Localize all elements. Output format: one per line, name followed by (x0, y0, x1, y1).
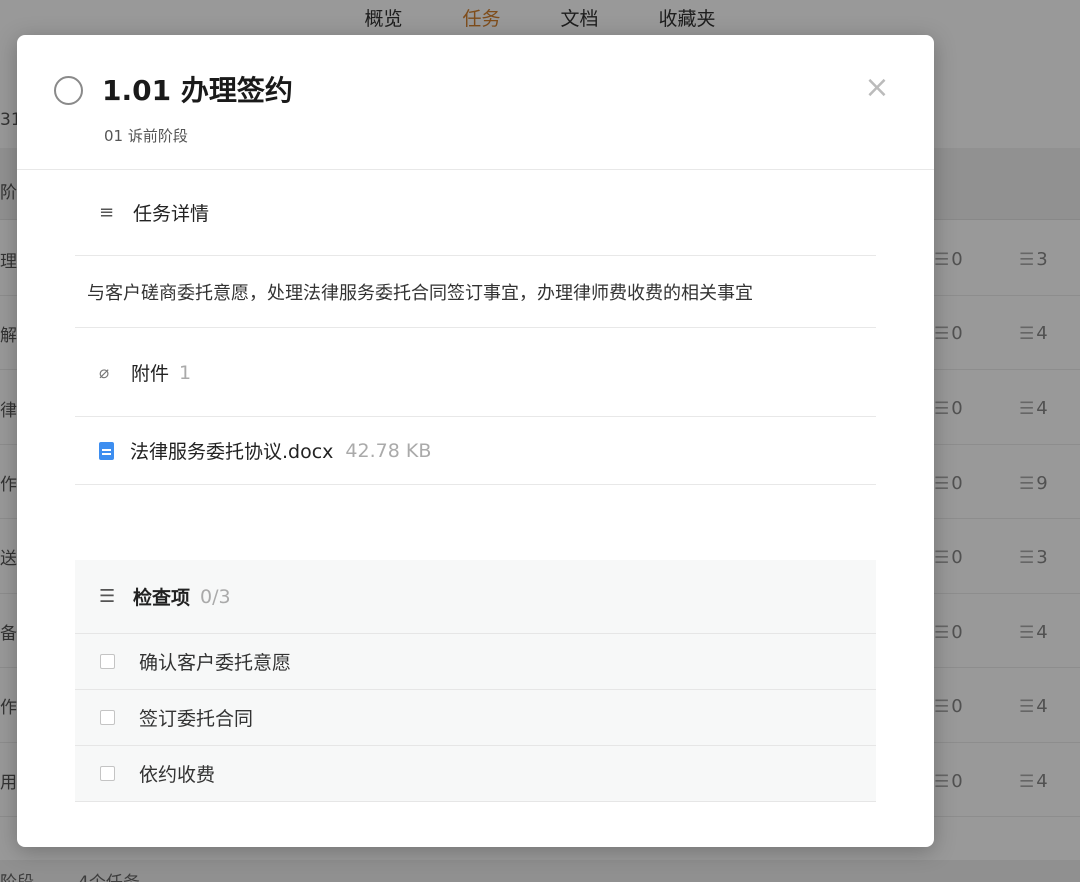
close-icon[interactable]: × (862, 73, 892, 103)
checklist-item-label: 依约收费 (139, 764, 216, 786)
task-detail-modal: 1.01 办理签约 01 诉前阶段 × ≡ 任务详情 与客户磋商委托意愿，处理法… (17, 35, 934, 847)
checklist-progress: 0/3 (200, 585, 231, 608)
checklist-item: 依约收费 (75, 746, 876, 802)
checklist-checkbox[interactable] (100, 710, 115, 725)
paperclip-icon: ⌀ (99, 362, 110, 383)
task-description: 与客户磋商委托意愿，处理法律服务委托合同签订事宜，办理律师费收费的相关事宜 (75, 256, 876, 328)
word-doc-icon (99, 441, 114, 460)
task-status-toggle[interactable] (54, 76, 83, 105)
task-details-heading: ≡ 任务详情 (75, 170, 876, 256)
text-lines-icon: ≡ (99, 202, 115, 223)
task-title: 1.01 办理签约 (102, 74, 293, 107)
checklist-item: 签订委托合同 (75, 690, 876, 746)
attachment-file[interactable]: 法律服务委托协议.docx 42.78 KB (75, 417, 876, 485)
checklist-checkbox[interactable] (100, 654, 115, 669)
list-icon: ☰ (99, 586, 116, 607)
checklist-section: ☰ 检查项 0/3 确认客户委托意愿 签订委托合同 依约收费 (75, 560, 876, 802)
checklist-item-label: 签订委托合同 (139, 708, 254, 730)
checklist-heading: ☰ 检查项 0/3 (75, 560, 876, 634)
task-stage: 01 诉前阶段 (104, 127, 188, 145)
modal-header: 1.01 办理签约 01 诉前阶段 × (17, 35, 934, 170)
attachment-file-size: 42.78 KB (345, 439, 432, 462)
checklist-item-label: 确认客户委托意愿 (139, 652, 292, 674)
attachments-count: 1 (179, 361, 192, 384)
checklist-item: 确认客户委托意愿 (75, 634, 876, 690)
checklist-checkbox[interactable] (100, 766, 115, 781)
attachment-file-name[interactable]: 法律服务委托协议.docx (130, 437, 333, 464)
attachments-heading: ⌀ 附件 1 (75, 329, 876, 417)
task-details-section: ≡ 任务详情 与客户磋商委托意愿，处理法律服务委托合同签订事宜，办理律师费收费的… (75, 170, 876, 328)
attachments-section: ⌀ 附件 1 法律服务委托协议.docx 42.78 KB (75, 329, 876, 485)
